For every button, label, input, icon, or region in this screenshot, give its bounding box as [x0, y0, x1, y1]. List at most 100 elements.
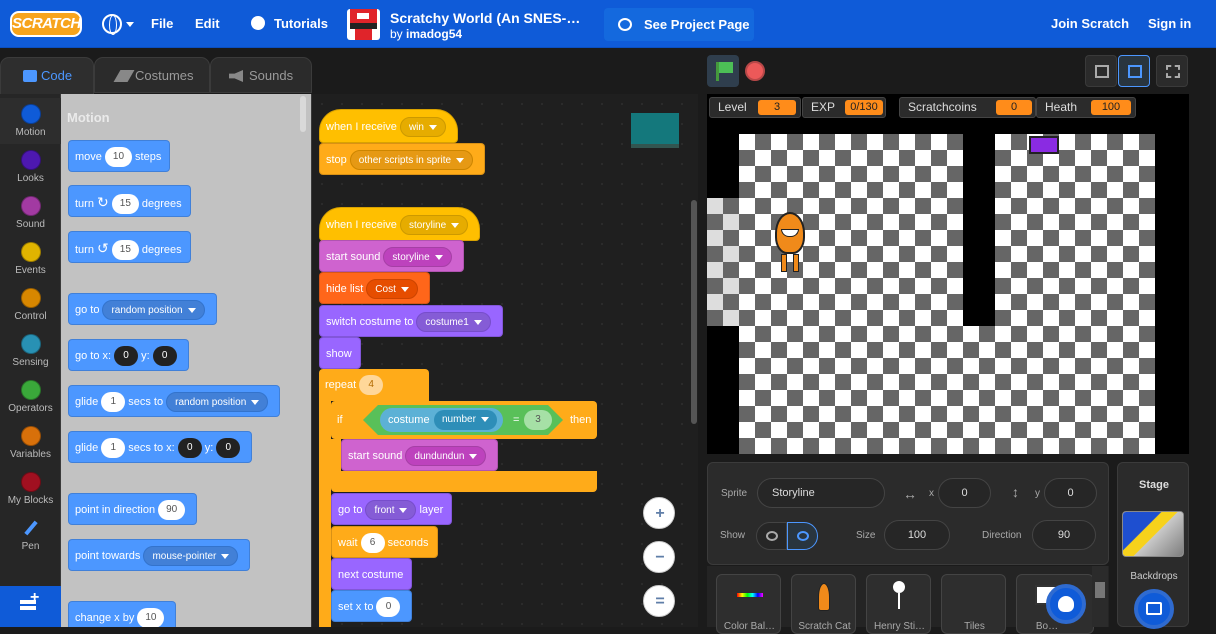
tab-sounds[interactable]: Sounds	[210, 57, 312, 93]
language-globe-icon[interactable]	[102, 14, 122, 35]
script-scrollbar[interactable]	[691, 200, 697, 424]
x-position-input[interactable]: 0	[938, 478, 991, 508]
category-variables[interactable]: Variables	[0, 420, 61, 466]
point-towards-block[interactable]: point towards mouse-pointer	[68, 539, 251, 571]
direction-input[interactable]: 90	[158, 500, 186, 521]
join-scratch-link[interactable]: Join Scratch	[1051, 0, 1129, 48]
x-input[interactable]: 0	[177, 438, 202, 459]
secs-input[interactable]: 1	[101, 392, 126, 413]
tutorials-button[interactable]: Tutorials	[274, 0, 328, 48]
category-operators[interactable]: Operators	[0, 374, 61, 420]
scratch-logo[interactable]: SCRATCH	[10, 11, 82, 37]
sprite-tile[interactable]: Color Bal…	[716, 574, 781, 634]
y-input[interactable]: 0	[152, 346, 177, 367]
category-pen[interactable]: Pen	[0, 512, 61, 558]
message-dropdown[interactable]: win	[399, 117, 446, 138]
sign-in-link[interactable]: Sign in	[1148, 0, 1191, 48]
next-costume-block[interactable]: next costume	[331, 558, 413, 590]
sprite-tile[interactable]: Scratch Cat	[791, 574, 856, 634]
green-flag-icon[interactable]	[707, 55, 739, 87]
go-to-xy-block[interactable]: go to x: 0 y: 0	[68, 339, 189, 371]
degrees-input[interactable]: 15	[111, 240, 139, 261]
stage-canvas[interactable]	[707, 94, 1189, 454]
target-dropdown[interactable]: random position	[102, 300, 205, 321]
sprite-name-input[interactable]: Storyline	[757, 478, 885, 508]
edit-menu[interactable]: Edit	[195, 0, 220, 48]
x-input[interactable]: 0	[114, 346, 139, 367]
y-input[interactable]: 0	[216, 438, 241, 459]
set-x-block[interactable]: set x to 0	[331, 590, 413, 622]
category-sound[interactable]: Sound	[0, 190, 61, 236]
wait-seconds-input[interactable]: 6	[360, 533, 385, 554]
category-looks[interactable]: Looks	[0, 144, 61, 190]
layer-dropdown[interactable]: front	[365, 500, 417, 521]
project-title[interactable]: Scratchy World (An SNES-…	[390, 10, 580, 26]
when-i-receive-storyline-hat[interactable]: when I receive storyline	[319, 207, 481, 241]
hide-list-block[interactable]: hide list Cost	[319, 272, 430, 304]
large-stage-button[interactable]	[1118, 55, 1150, 87]
sound-dropdown[interactable]: dundundun	[405, 446, 487, 467]
costume-attr-dropdown[interactable]: number	[434, 410, 497, 430]
start-sound-dundundun-block[interactable]: start sound dundundun	[341, 439, 499, 471]
stop-sign-icon[interactable]	[745, 61, 765, 81]
file-menu[interactable]: File	[151, 0, 173, 48]
secs-input[interactable]: 1	[101, 438, 126, 459]
tab-code[interactable]: Code	[0, 57, 94, 95]
go-to-block[interactable]: go to random position	[68, 293, 217, 325]
show-sprite-button[interactable]	[756, 522, 787, 550]
category-my-blocks[interactable]: My Blocks	[0, 466, 61, 512]
add-extension-button[interactable]	[0, 586, 61, 627]
costume-dropdown[interactable]: costume1	[416, 312, 491, 333]
sprite-tile[interactable]: Henry Sti…	[866, 574, 931, 634]
start-sound-block[interactable]: start sound storyline	[319, 240, 464, 272]
see-project-page-button[interactable]: See Project Page	[604, 8, 754, 41]
turn-left-block[interactable]: turn ↺ 15 degrees	[68, 231, 191, 263]
choose-backdrop-button[interactable]	[1134, 589, 1174, 629]
choose-sprite-button[interactable]	[1046, 584, 1086, 624]
y-position-input[interactable]: 0	[1044, 478, 1097, 508]
direction-input[interactable]: 90	[1032, 520, 1096, 550]
move-steps-block[interactable]: move 10 steps	[68, 140, 171, 172]
switch-costume-block[interactable]: switch costume to costume1	[319, 305, 503, 337]
change-x-block[interactable]: change x by 10	[68, 601, 177, 627]
lightbulb-icon[interactable]	[251, 16, 265, 30]
bed-sprite[interactable]	[1029, 136, 1059, 154]
stage-selector[interactable]: Stage Backdrops	[1117, 462, 1189, 629]
category-motion[interactable]: Motion	[0, 98, 61, 144]
author-link[interactable]: imadog54	[406, 27, 462, 41]
category-control[interactable]: Control	[0, 282, 61, 328]
stop-option-dropdown[interactable]: other scripts in sprite	[349, 150, 474, 171]
chevron-down-icon[interactable]	[126, 22, 134, 27]
list-dropdown[interactable]: Cost	[366, 279, 418, 300]
show-block[interactable]: show	[319, 337, 361, 369]
size-input[interactable]: 100	[884, 520, 950, 550]
steps-input[interactable]: 10	[104, 147, 133, 168]
sound-dropdown[interactable]: storyline	[383, 247, 452, 268]
category-events[interactable]: Events	[0, 236, 61, 282]
when-i-receive-win-hat[interactable]: when I receive win	[319, 109, 458, 143]
point-in-direction-block[interactable]: point in direction 90	[68, 493, 198, 525]
sprite-list-scrollbar[interactable]	[1092, 566, 1108, 627]
compare-value-input[interactable]: 3	[524, 410, 552, 430]
small-stage-button[interactable]	[1085, 55, 1117, 87]
hide-sprite-button[interactable]	[787, 522, 818, 550]
turn-right-block[interactable]: turn ↻ 15 degrees	[68, 185, 191, 217]
target-dropdown[interactable]: mouse-pointer	[143, 546, 239, 567]
fullscreen-button[interactable]	[1156, 55, 1188, 87]
glide-xy-block[interactable]: glide 1 secs to x: 0 y: 0	[68, 431, 253, 463]
glide-block[interactable]: glide 1 secs to random position	[68, 385, 281, 417]
category-sensing[interactable]: Sensing	[0, 328, 61, 374]
repeat-count-input[interactable]: 4	[359, 375, 384, 396]
message-dropdown[interactable]: storyline	[399, 215, 469, 236]
go-to-layer-block[interactable]: go to front layer	[331, 493, 453, 525]
target-dropdown[interactable]: random position	[166, 392, 269, 413]
zoom-reset-button[interactable]: =	[643, 585, 675, 617]
degrees-input[interactable]: 15	[111, 194, 139, 215]
zoom-out-button[interactable]: −	[643, 541, 675, 573]
tab-costumes[interactable]: Costumes	[94, 57, 210, 93]
sprite-tile[interactable]: Tiles	[941, 574, 1006, 634]
zoom-in-button[interactable]: +	[643, 497, 675, 529]
change-input[interactable]: 10	[137, 608, 165, 627]
x-input[interactable]: 0	[376, 597, 401, 618]
palette-scrollbar[interactable]	[300, 96, 306, 132]
